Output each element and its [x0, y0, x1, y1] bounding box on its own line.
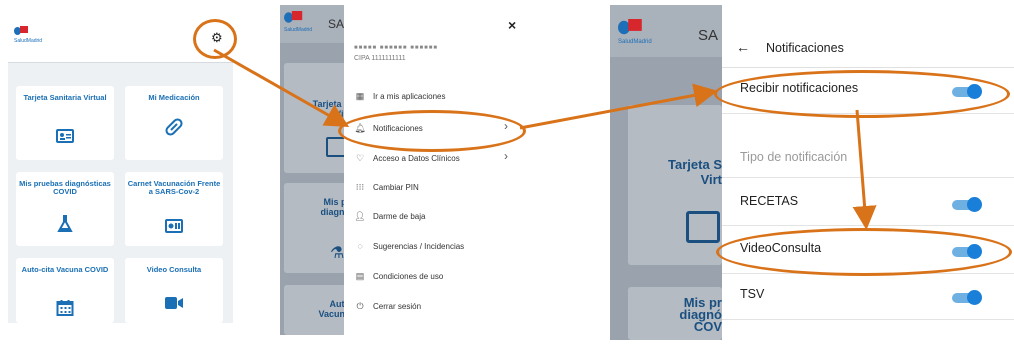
arrow-gear-to-menu	[213, 48, 350, 127]
arrow-menu-to-notifications	[519, 83, 718, 130]
arrow-receive-to-videoconsulta	[852, 109, 877, 230]
annotation-arrows	[213, 48, 877, 230]
